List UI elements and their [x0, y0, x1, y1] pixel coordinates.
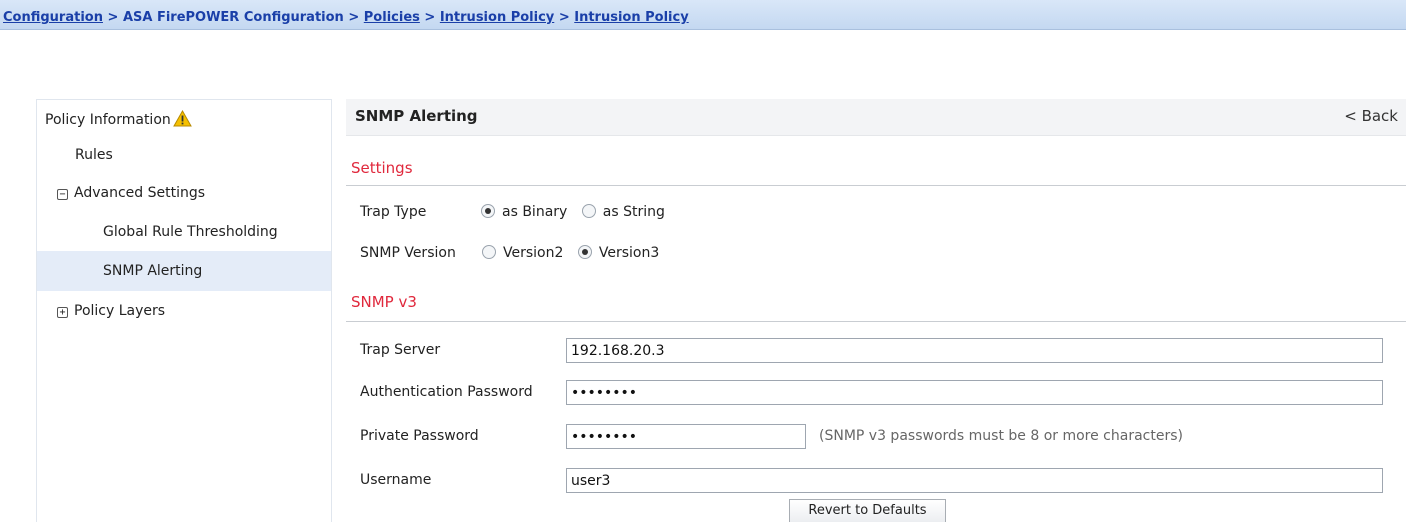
snmp-version-label: SNMP Version	[360, 245, 456, 261]
breadcrumb-separator: >	[348, 10, 360, 25]
policy-sidebar: Policy Information Rules − Advanced Setti…	[36, 99, 332, 522]
breadcrumb-link-policies[interactable]: Policies	[364, 10, 420, 25]
trap-type-radio-group: as Binary as String	[481, 204, 675, 220]
trap-server-input[interactable]	[566, 338, 1383, 363]
sidebar-item-rules[interactable]: Rules	[37, 135, 331, 175]
collapse-icon[interactable]: −	[57, 189, 68, 200]
sidebar-item-policy-information[interactable]: Policy Information	[37, 100, 331, 140]
password-length-hint: (SNMP v3 passwords must be 8 or more cha…	[819, 428, 1183, 444]
breadcrumb-link-configuration[interactable]: Configuration	[3, 10, 103, 25]
trap-type-string-label[interactable]: as String	[603, 204, 665, 220]
snmpv3-section-title: SNMP v3	[351, 293, 417, 311]
section-divider	[346, 321, 1406, 322]
back-link[interactable]: < Back	[1344, 107, 1398, 125]
sidebar-item-label: SNMP Alerting	[103, 263, 203, 279]
username-input[interactable]	[566, 468, 1383, 493]
breadcrumb-separator: >	[558, 10, 570, 25]
settings-section-title: Settings	[351, 159, 413, 177]
sidebar-item-label: Advanced Settings	[74, 185, 206, 201]
trap-type-label: Trap Type	[360, 204, 427, 220]
trap-type-string-radio[interactable]	[581, 204, 596, 218]
auth-password-input[interactable]	[566, 380, 1383, 405]
private-password-label: Private Password	[360, 428, 479, 444]
breadcrumb-link-intrusion-policy-current[interactable]: Intrusion Policy	[574, 10, 688, 25]
breadcrumb-separator: >	[107, 10, 119, 25]
snmp-version2-radio[interactable]	[482, 245, 496, 259]
panel-header: SNMP Alerting < Back	[346, 99, 1406, 136]
breadcrumb-link-intrusion-policy[interactable]: Intrusion Policy	[440, 10, 554, 25]
sidebar-item-label: Rules	[75, 147, 113, 163]
username-label: Username	[360, 472, 432, 488]
private-password-input[interactable]	[566, 424, 806, 449]
trap-server-label: Trap Server	[360, 342, 441, 358]
page-title: SNMP Alerting	[355, 107, 478, 125]
sidebar-item-snmp-alerting[interactable]: SNMP Alerting	[37, 251, 331, 291]
snmp-version-radio-group: Version2 Version3	[482, 245, 669, 261]
section-divider	[346, 185, 1406, 186]
breadcrumb-separator: >	[424, 10, 436, 25]
sidebar-item-advanced-settings[interactable]: − Advanced Settings	[37, 173, 331, 213]
snmp-version3-radio[interactable]	[577, 245, 592, 259]
auth-password-label: Authentication Password	[360, 384, 533, 400]
snmp-alerting-panel: SNMP Alerting < Back Settings Trap Type …	[346, 99, 1406, 522]
trap-type-binary-label[interactable]: as Binary	[502, 204, 567, 220]
sidebar-item-label: Global Rule Thresholding	[103, 224, 278, 240]
breadcrumb: Configuration > ASA FirePOWER Configurat…	[0, 0, 1406, 30]
sidebar-item-policy-layers[interactable]: + Policy Layers	[37, 291, 331, 331]
sidebar-item-global-rule-thresholding[interactable]: Global Rule Thresholding	[37, 212, 331, 252]
sidebar-item-label: Policy Layers	[74, 303, 166, 319]
sidebar-item-label: Policy Information	[45, 112, 171, 128]
snmp-version2-label[interactable]: Version2	[503, 245, 563, 261]
breadcrumb-link-asa-firepower-configuration[interactable]: ASA FirePOWER Configuration	[123, 10, 344, 25]
snmp-version3-label[interactable]: Version3	[599, 245, 659, 261]
trap-type-binary-radio[interactable]	[481, 204, 495, 218]
expand-icon[interactable]: +	[57, 307, 68, 318]
revert-to-defaults-button[interactable]: Revert to Defaults	[789, 499, 946, 522]
